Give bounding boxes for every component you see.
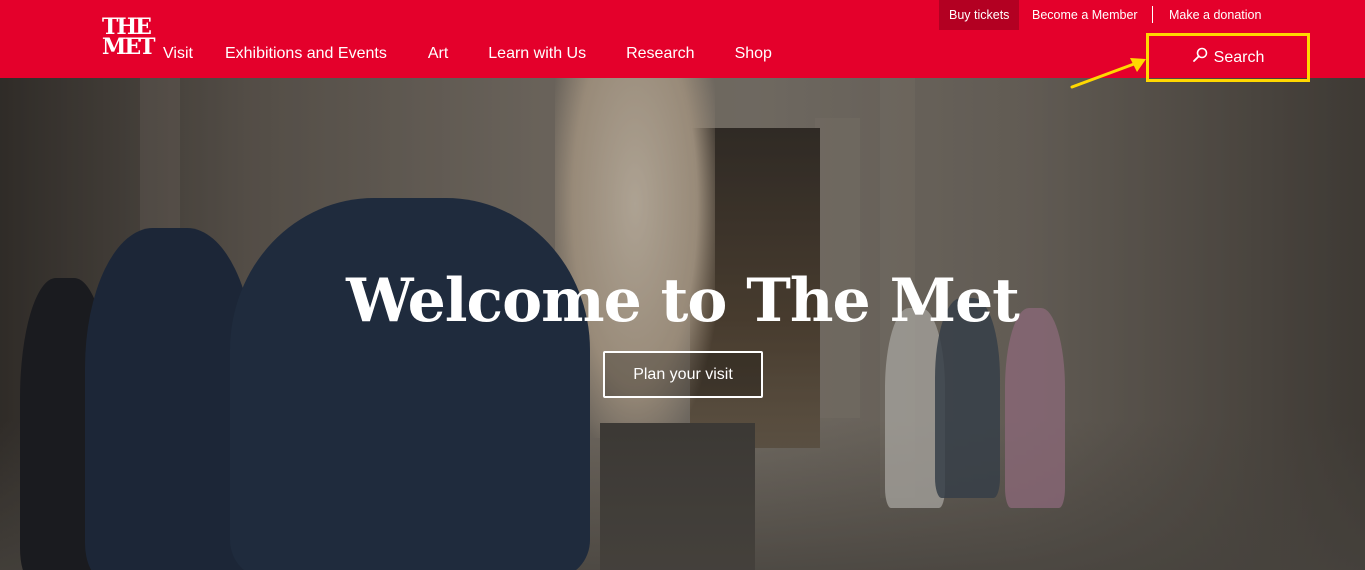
search-button[interactable]: Search	[1146, 33, 1310, 82]
nav-item-art[interactable]: Art	[428, 43, 448, 65]
main-nav: Visit Exhibitions and Events Art Learn w…	[163, 43, 772, 65]
hero: Welcome to The Met Plan your visit	[0, 78, 1365, 570]
utility-divider	[1152, 6, 1153, 23]
become-member-link[interactable]: Become a Member	[1032, 0, 1138, 30]
highlight-arrow-icon	[1070, 58, 1146, 89]
nav-item-shop[interactable]: Shop	[735, 43, 772, 65]
donate-link[interactable]: Make a donation	[1169, 0, 1261, 30]
buy-tickets-link[interactable]: Buy tickets	[939, 0, 1020, 30]
search-label: Search	[1213, 48, 1265, 66]
nav-item-learn[interactable]: Learn with Us	[488, 43, 586, 65]
nav-item-exhibitions[interactable]: Exhibitions and Events	[225, 43, 387, 65]
search-icon	[1192, 47, 1208, 68]
nav-item-research[interactable]: Research	[626, 43, 694, 65]
logo-line-2: MET	[102, 34, 156, 60]
met-logo[interactable]: THE MET	[102, 16, 156, 61]
nav-item-visit[interactable]: Visit	[163, 43, 193, 65]
site-header: THE MET Visit Exhibitions and Events Art…	[0, 0, 1365, 82]
hero-title: Welcome to The Met	[346, 266, 1020, 336]
plan-visit-button[interactable]: Plan your visit	[603, 351, 763, 398]
